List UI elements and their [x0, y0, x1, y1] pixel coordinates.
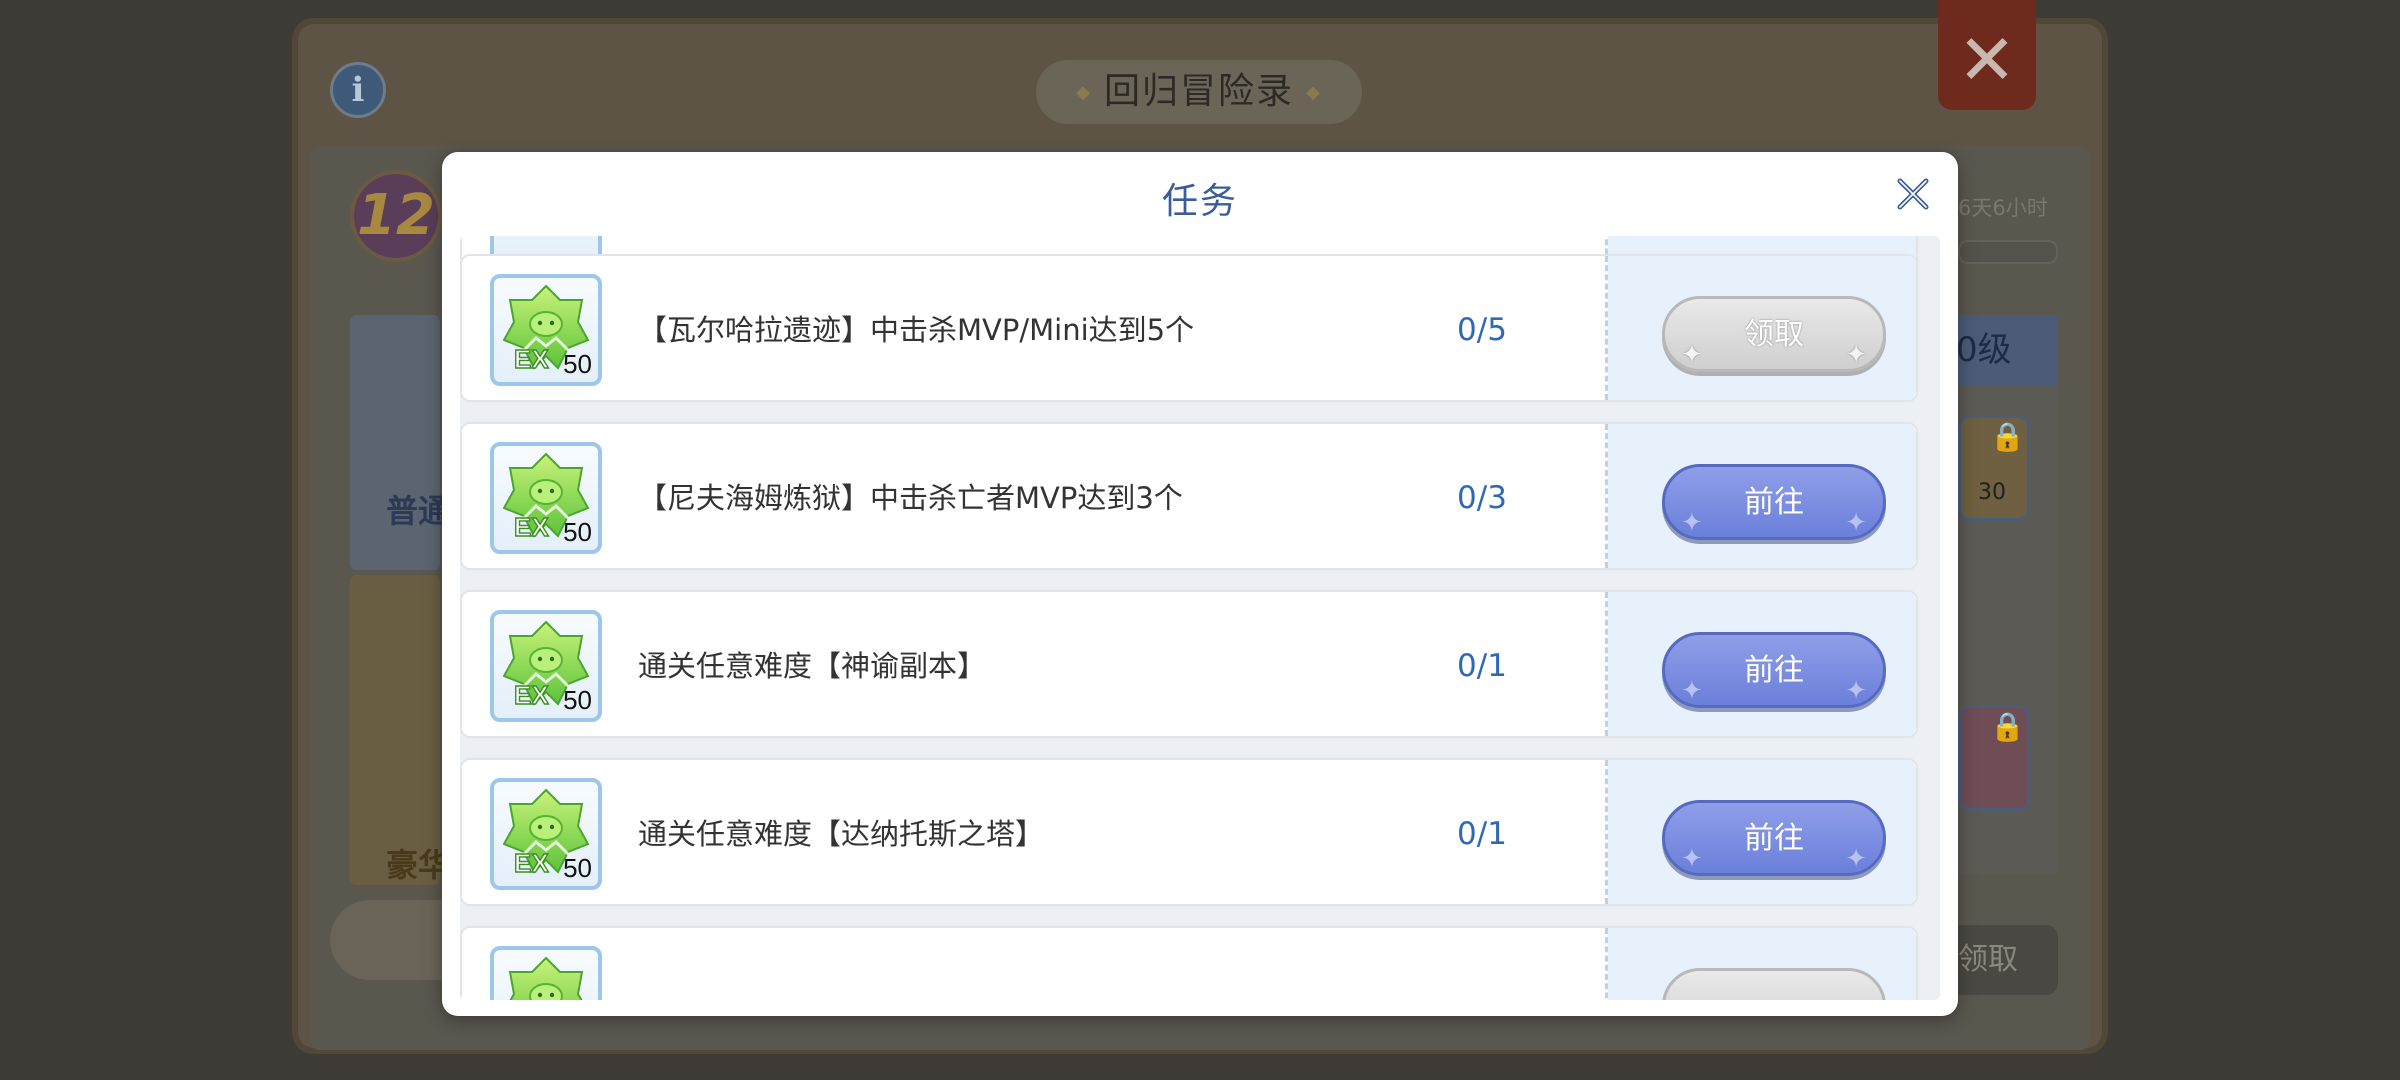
go-button[interactable]: ✦ 前往 ✦: [1662, 632, 1886, 708]
task-row: 50 通关任意难度【达纳托斯之塔】 0/1 ✦ 前往 ✦: [460, 758, 1918, 906]
background-card-normal-label: 普通: [386, 492, 451, 530]
task-row-partial: [460, 926, 1918, 1000]
sparkle-icon: ✦: [1681, 676, 1703, 706]
background-claim-button: 领取: [1958, 925, 2058, 995]
task-progress: 0/5: [1457, 312, 1507, 348]
close-icon[interactable]: [1892, 173, 1934, 215]
lock-icon: 🔒: [1990, 710, 2025, 743]
background-timer: 6天6小时: [1958, 196, 2048, 220]
claim-button[interactable]: ✦ 领取 ✦: [1662, 296, 1886, 372]
task-row: 50 【尼夫海姆炼狱】中击杀亡者MVP达到3个 0/3 ✦ 前往 ✦: [460, 422, 1918, 570]
sparkle-icon: ✦: [1845, 676, 1867, 706]
reward-amount: 50: [563, 685, 592, 715]
background-timer-bar: [1958, 240, 2058, 264]
background-reward-count: 30: [1978, 480, 2006, 505]
task-row: 50 通关任意难度【神谕副本】 0/1 ✦ 前往 ✦: [460, 590, 1918, 738]
background-card-right-header: 0级: [1956, 315, 2058, 385]
ex-experience-icon: 50: [490, 610, 602, 722]
background-title-text: 回归冒险录: [1103, 71, 1294, 112]
claim-button-label: 领取: [1744, 317, 1804, 352]
ex-experience-icon: 50: [490, 274, 602, 386]
claim-button[interactable]: [1662, 968, 1886, 1000]
reward-amount: 50: [563, 517, 592, 547]
task-list[interactable]: 50 【瓦尔哈拉遗迹】中击杀MVP/Mini达到5个 0/5 ✦ 领取 ✦ 50: [460, 236, 1940, 1000]
task-dialog: 任务 50 【瓦尔哈拉遗迹】中击杀MVP/Mini达到5个 0/5 ✦ 领取 ✦…: [442, 152, 1958, 1016]
task-progress: 0/3: [1457, 480, 1507, 516]
background-card-deluxe-label: 豪华: [386, 846, 451, 884]
task-description: 通关任意难度【达纳托斯之塔】: [638, 817, 1045, 851]
task-row: 50 【瓦尔哈拉遗迹】中击杀MVP/Mini达到5个 0/5 ✦ 领取 ✦: [460, 254, 1918, 402]
background-close-button[interactable]: ✕: [1938, 0, 2036, 110]
sparkle-icon: ✦: [1681, 844, 1703, 874]
reward-amount: 50: [563, 349, 592, 379]
ex-experience-icon: 50: [490, 442, 602, 554]
sparkle-icon: ✦: [1845, 340, 1867, 370]
reward-amount: 50: [563, 853, 592, 883]
background-card-deluxe: [350, 575, 440, 885]
task-progress: 0/1: [1457, 816, 1507, 852]
ex-experience-icon: 50: [490, 778, 602, 890]
sparkle-icon: ✦: [1845, 844, 1867, 874]
sparkle-icon: ✦: [1681, 340, 1703, 370]
background-title: ◆ 回归冒险录 ◆: [1036, 60, 1362, 124]
lock-icon: 🔒: [1990, 420, 2025, 453]
task-progress: 0/1: [1457, 648, 1507, 684]
task-description: 【尼夫海姆炼狱】中击杀亡者MVP达到3个: [638, 481, 1183, 515]
go-button[interactable]: ✦ 前往 ✦: [1662, 800, 1886, 876]
task-description: 通关任意难度【神谕副本】: [638, 649, 987, 683]
info-icon[interactable]: i: [330, 62, 386, 118]
dialog-title: 任务: [1161, 181, 1238, 222]
go-button-label: 前往: [1744, 485, 1804, 520]
go-button-label: 前往: [1744, 653, 1804, 688]
level-badge: 12: [350, 170, 442, 262]
sparkle-icon: ✦: [1845, 508, 1867, 538]
go-button-label: 前往: [1744, 821, 1804, 856]
go-button[interactable]: ✦ 前往 ✦: [1662, 464, 1886, 540]
task-description: 【瓦尔哈拉遗迹】中击杀MVP/Mini达到5个: [638, 313, 1195, 347]
sparkle-icon: ✦: [1681, 508, 1703, 538]
ex-experience-icon: [490, 946, 602, 1000]
